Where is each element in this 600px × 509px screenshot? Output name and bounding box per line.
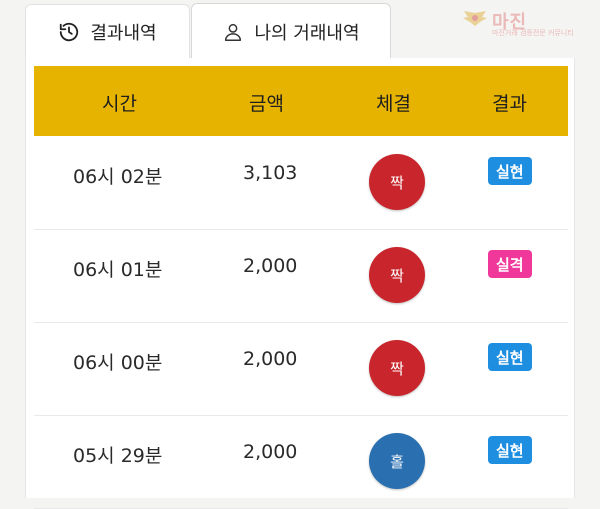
row-time: 06시 00분 [73, 352, 163, 374]
bet-ball: 짝 [369, 247, 425, 303]
row-amount: 3,103 [243, 162, 298, 184]
trade-history-panel: 시간 금액 체결 결과 06시 02분 3,103 짝 실현 06시 01분 2… [25, 58, 575, 509]
user-icon [222, 21, 244, 43]
table-row: 06시 02분 3,103 짝 실현 [34, 136, 568, 230]
header-execution: 체결 [376, 93, 411, 115]
watermark-subtitle: 마진거래 검증전문 커뮤니티 [492, 29, 574, 37]
bet-ball: 짝 [369, 340, 425, 396]
history-icon [58, 21, 80, 43]
bet-ball: 짝 [369, 154, 425, 210]
row-amount: 2,000 [243, 255, 298, 277]
result-badge: 실현 [488, 436, 532, 464]
row-amount: 2,000 [243, 348, 298, 370]
table-row: 05시 29분 2,000 홀 실현 [34, 415, 568, 509]
row-time: 06시 02분 [73, 166, 163, 188]
wings-icon [462, 9, 488, 33]
watermark-logo: 마진 마진거래 검증전문 커뮤니티 [462, 6, 590, 37]
table-row: 06시 01분 2,000 짝 실격 [34, 229, 568, 323]
row-time: 05시 29분 [73, 445, 163, 467]
bet-ball: 홀 [369, 433, 425, 489]
result-badge: 실현 [488, 157, 532, 185]
table-header: 시간 금액 체결 결과 [34, 66, 568, 136]
tab-result-history-label: 결과내역 [90, 22, 157, 44]
result-badge: 실현 [488, 343, 532, 371]
table-row: 06시 00분 2,000 짝 실현 [34, 322, 568, 416]
header-result: 결과 [492, 93, 527, 115]
tab-my-trades-label: 나의 거래내역 [254, 22, 360, 44]
header-time: 시간 [102, 93, 137, 115]
result-badge: 실격 [488, 250, 532, 278]
tab-result-history[interactable]: 결과내역 [25, 4, 190, 58]
tab-my-trades[interactable]: 나의 거래내역 [191, 3, 391, 59]
row-amount: 2,000 [243, 441, 298, 463]
row-time: 06시 01분 [73, 259, 163, 281]
header-amount: 금액 [249, 93, 284, 115]
